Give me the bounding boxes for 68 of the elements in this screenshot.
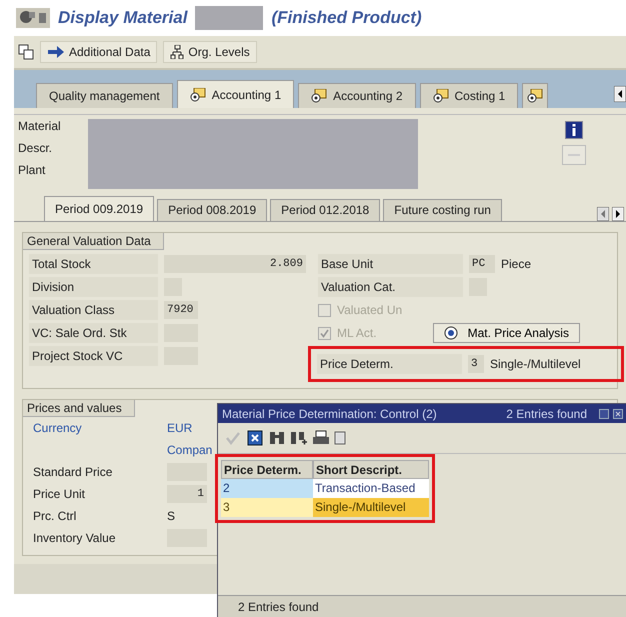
hierarchy-icon — [170, 45, 184, 59]
toolbar-button[interactable]: Org. Levels — [163, 41, 257, 63]
price-determination-text: Single-/Multilevel — [490, 357, 581, 371]
field-label: Base Unit — [318, 254, 463, 274]
system-icon[interactable] — [16, 8, 50, 28]
input-field: 2.809 — [164, 255, 306, 273]
window-icon — [527, 89, 544, 103]
target-icon — [444, 326, 458, 340]
field-label: Valuation Class — [29, 300, 158, 320]
input-field: 3 — [468, 355, 484, 373]
scroll-right-icon[interactable] — [612, 207, 624, 221]
checkbox-label: Valuated Un — [337, 303, 402, 317]
document-icon[interactable] — [334, 431, 346, 445]
close-icon[interactable] — [613, 408, 623, 418]
field-value: EUR — [167, 421, 192, 435]
tab[interactable]: Period 012.2018 — [270, 199, 380, 221]
analysis-button[interactable]: Mat. Price Analysis — [432, 323, 580, 343]
input-field: 7920 — [164, 301, 198, 319]
field-label: Project Stock VC — [29, 346, 158, 366]
info-icon[interactable] — [565, 121, 583, 139]
table-cell[interactable]: Single-/Multilevel — [313, 498, 429, 517]
tab[interactable]: Quality management — [36, 83, 173, 108]
tab[interactable]: Accounting 1 — [176, 80, 294, 108]
minimize-icon[interactable] — [599, 408, 609, 418]
redacted-block — [195, 6, 264, 30]
field-label: Division — [29, 277, 158, 297]
tab[interactable] — [522, 83, 548, 108]
arrow-icon — [47, 46, 65, 58]
table-cell[interactable]: 3 — [221, 498, 313, 517]
field-label: Total Stock — [29, 254, 158, 274]
popup-title-count: 2 Entries found — [506, 406, 587, 420]
field-label: Prc. Ctrl — [32, 508, 78, 525]
scroll-left-icon[interactable] — [614, 86, 626, 102]
input-field: PC — [469, 255, 495, 273]
field-label: Price Determ. — [317, 354, 462, 374]
field-label: Descr. — [18, 140, 54, 157]
unit-text: Piece — [501, 257, 532, 271]
tab[interactable]: Accounting 2 — [298, 83, 416, 108]
cancel-icon[interactable] — [246, 429, 264, 447]
copy-icon[interactable] — [18, 44, 34, 60]
field-label: Price Unit — [32, 486, 86, 503]
group-title: General Valuation Data — [23, 233, 164, 250]
printer-icon[interactable] — [312, 429, 330, 447]
field-label: VC: Sale Ord. Stk — [29, 323, 158, 343]
group-title: Prices and values — [23, 400, 135, 417]
tab[interactable]: Period 008.2019 — [157, 199, 268, 221]
table-cell[interactable]: Transaction-Based — [313, 479, 429, 498]
status-text: 2 Entries found — [238, 600, 319, 614]
column-header[interactable]: Short Descript. — [313, 460, 429, 479]
checkbox-label: ML Act. — [337, 326, 377, 340]
field-label: Valuation Cat. — [318, 277, 463, 297]
window-title: Display Material — [58, 8, 188, 28]
tab[interactable]: Period 009.2019 — [44, 196, 154, 221]
tab[interactable]: Future costing run — [383, 199, 502, 221]
field-value: Compan — [167, 443, 212, 457]
field-label: Plant — [18, 162, 46, 179]
input-field: 1 — [167, 485, 207, 503]
toolbar-button[interactable]: Additional Data — [40, 41, 158, 63]
field-label: Currency — [32, 420, 83, 437]
field-label: Material — [18, 118, 62, 135]
field-label: Inventory Value — [32, 530, 116, 547]
popup-title: Material Price Determination: Control (2) — [222, 406, 437, 420]
column-header[interactable]: Price Determ. — [221, 460, 313, 479]
field-label: Standard Price — [32, 464, 114, 481]
tab[interactable]: Costing 1 — [420, 83, 518, 108]
field-value: S — [167, 509, 176, 523]
window-title: (Finished Product) — [271, 8, 422, 28]
table-cell[interactable]: 2 — [221, 479, 313, 498]
